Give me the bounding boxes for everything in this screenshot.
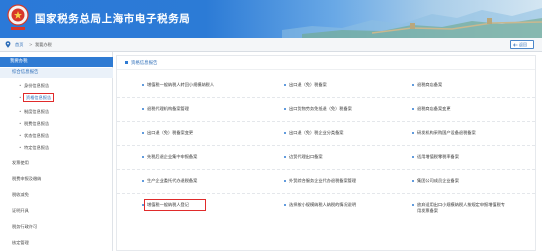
service-link[interactable]: 退税代理机构备案管理	[142, 106, 242, 112]
service-link[interactable]: 生产企业委托代办退税备案	[142, 178, 242, 184]
service-link[interactable]: 出口退（免）税企业分类备案	[284, 130, 384, 136]
sidebar-item-qualification-report[interactable]: 资格信息报告	[0, 92, 113, 104]
sidebar-item-admin-permit[interactable]: 税务行政许可	[0, 221, 113, 233]
back-button[interactable]: 返回	[510, 40, 534, 49]
tax-emblem-logo	[7, 4, 29, 30]
sidebar-item-specific-report[interactable]: 特定信息报告	[0, 142, 113, 154]
service-link[interactable]: 退税商店备案变更	[412, 106, 512, 112]
service-link[interactable]: 放弃适用出口小规模纳税人按规定申报增值税专用发票备案	[412, 202, 505, 213]
service-link[interactable]: 研发机构采购国产设备退税备案	[412, 130, 512, 136]
table-row: 退税代理机构备案管理 出口货物劳务免抵退（免）税备案 退税商店备案变更	[117, 98, 535, 122]
service-link[interactable]: 出口货物劳务免抵退（免）税备案	[284, 106, 384, 112]
sidebar-item-invoice-use[interactable]: 发票使用	[0, 157, 113, 169]
breadcrumb-bar: 首页 > 我要办税 返回	[0, 38, 542, 52]
table-row: 先税后退企业集中申报备案 边贸代理出口备案 适用增值税零税率备案	[117, 146, 535, 170]
service-link[interactable]: 增值税一般纳税人转回小规模纳税人	[142, 82, 242, 88]
sidebar-item-system-report[interactable]: 制度信息报告	[0, 106, 113, 118]
service-link-general-taxpayer-registration[interactable]: 增值税一般纳税人登记	[142, 199, 206, 211]
site-header: 国家税务总局上海市电子税务局	[0, 0, 542, 38]
sidebar-item-assessment[interactable]: 核定管理	[0, 237, 113, 249]
table-row: 出口退（免）税备案变更 出口退（免）税企业分类备案 研发机构采购国产设备退税备案	[117, 122, 535, 146]
table-row: 增值税一般纳税人转回小规模纳税人 出口退（免）税备案 退税商店备案	[117, 74, 535, 98]
section-marker-icon	[125, 61, 128, 64]
service-link[interactable]: 集团公司成员企业备案	[412, 178, 512, 184]
sidebar-item-certificate[interactable]: 证明开具	[0, 205, 113, 217]
service-link[interactable]: 出口退（免）税备案	[284, 82, 384, 88]
great-wall-banner-image	[282, 8, 542, 38]
location-pin-icon	[5, 41, 11, 48]
service-link[interactable]: 边贸代理出口备案	[284, 154, 384, 160]
sidebar-nav: 我要办税 综合信息报告 身份信息报告 资格信息报告 制度信息报告 税费信息报告 …	[0, 52, 113, 251]
service-link[interactable]: 适用增值税零税率备案	[412, 154, 512, 160]
sidebar-group-comprehensive-report[interactable]: 综合信息报告	[0, 68, 113, 78]
breadcrumb-home-link[interactable]: 首页	[15, 42, 23, 48]
service-link[interactable]: 先税后退企业集中申报备案	[142, 154, 242, 160]
breadcrumb-separator: >	[29, 41, 33, 47]
main-panel: 资格信息报告 增值税一般纳税人转回小规模纳税人 出口退（免）税备案 退税商店备案…	[116, 55, 536, 251]
sidebar-item-identity-report[interactable]: 身份信息报告	[0, 80, 113, 92]
back-button-label: 返回	[519, 42, 527, 47]
sidebar-head[interactable]: 我要办税	[0, 57, 113, 67]
service-link[interactable]: 选择按小规模纳税人纳税的情况说明	[284, 202, 384, 208]
service-link[interactable]: 外贸综合服务企业代办退税备案管理	[284, 178, 384, 184]
breadcrumb-current: 我要办税	[35, 41, 52, 47]
table-row: 生产企业委托代办退税备案 外贸综合服务企业代办退税备案管理 集团公司成员企业备案	[117, 170, 535, 194]
service-link[interactable]: 出口退（免）税备案变更	[142, 130, 242, 136]
sidebar-item-status-report[interactable]: 状态信息报告	[0, 130, 113, 142]
table-row: 增值税一般纳税人登记 选择按小规模纳税人纳税的情况说明 放弃适用出口小规模纳税人…	[117, 194, 535, 226]
service-link[interactable]: 退税商店备案	[412, 82, 512, 88]
section-header: 资格信息报告	[117, 56, 535, 70]
section-title: 资格信息报告	[131, 61, 158, 66]
sidebar-item-tax-relief[interactable]: 税收减免	[0, 189, 113, 201]
sidebar-item-tax-declaration[interactable]: 税费申报及缴纳	[0, 173, 113, 185]
sidebar-item-qualification-label: 资格信息报告	[22, 93, 55, 102]
sidebar-item-tax-info-report[interactable]: 税费信息报告	[0, 118, 113, 130]
site-title: 国家税务总局上海市电子税务局	[35, 13, 191, 25]
back-arrow-icon	[513, 42, 518, 47]
